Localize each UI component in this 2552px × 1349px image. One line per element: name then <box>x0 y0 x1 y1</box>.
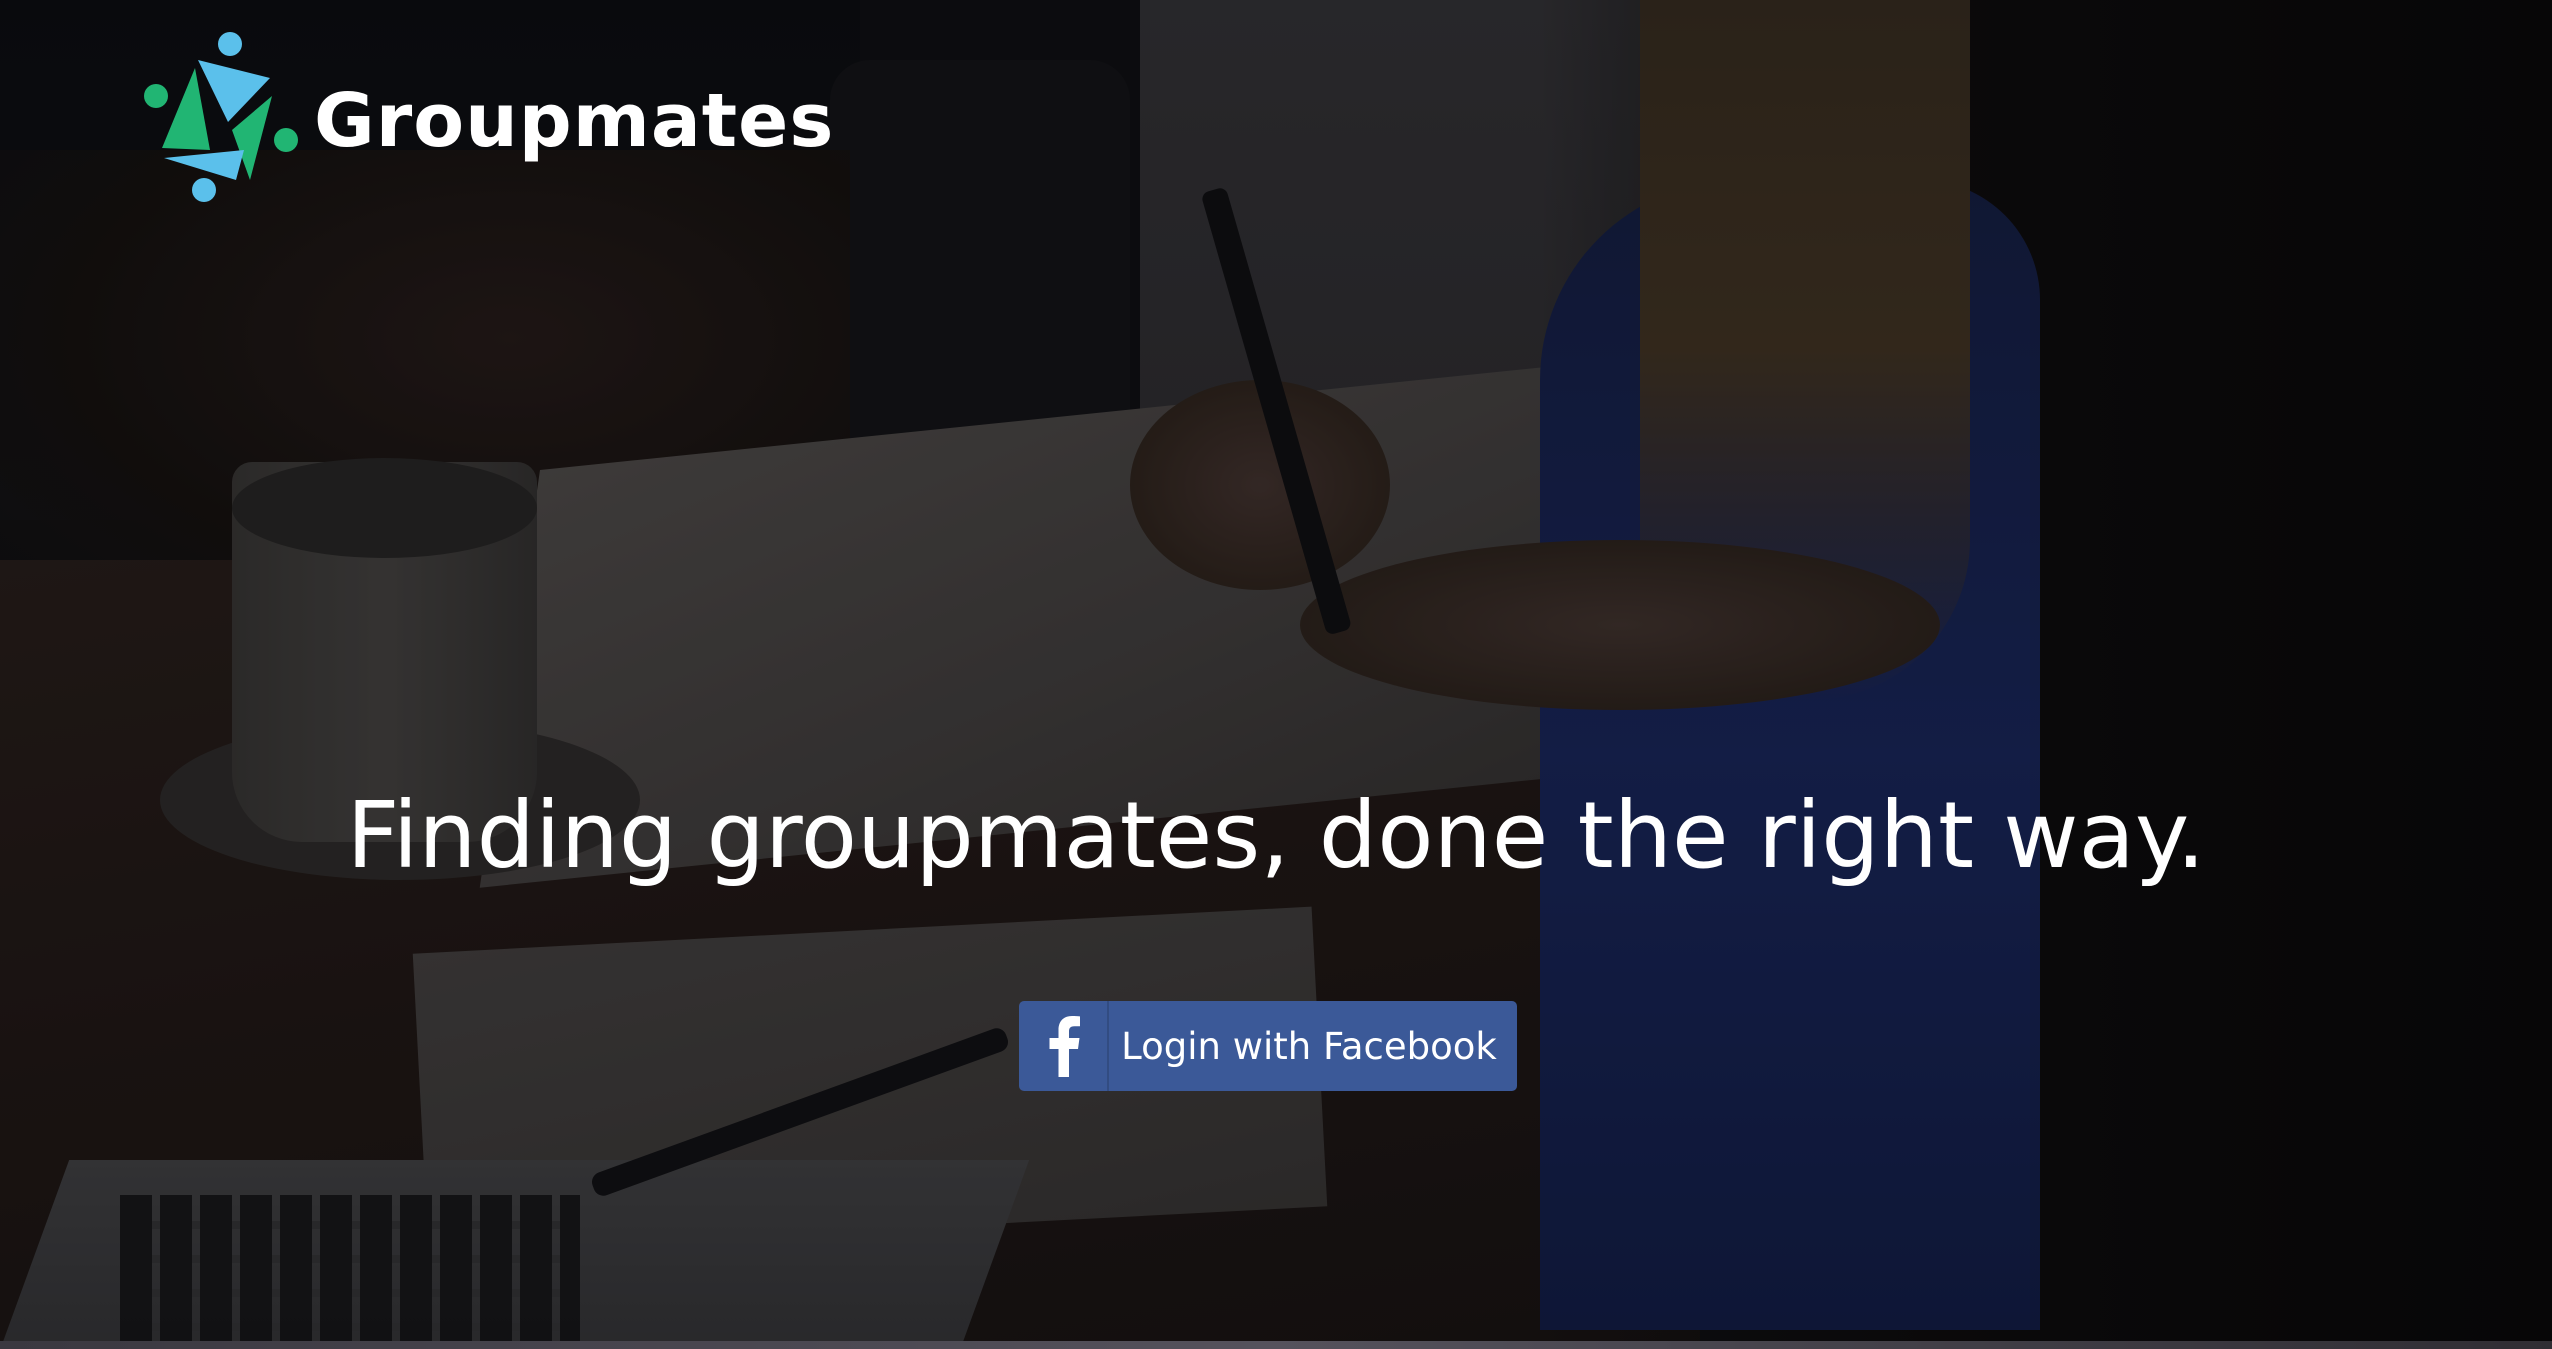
facebook-icon <box>1049 1016 1080 1077</box>
page-bottom-strip <box>0 1341 2552 1349</box>
facebook-button-label: Login with Facebook <box>1121 1024 1497 1068</box>
site-logo[interactable]: Groupmates <box>140 30 834 202</box>
hero-section: Groupmates Finding groupmates, done the … <box>0 0 2552 1341</box>
facebook-icon-container <box>1019 1001 1109 1091</box>
logo-wordmark: Groupmates <box>314 78 835 164</box>
hero-headline: Finding groupmates, done the right way. <box>346 782 2206 889</box>
login-with-facebook-button[interactable]: Login with Facebook <box>1019 1001 1517 1091</box>
groupmates-logo-icon <box>144 32 298 202</box>
